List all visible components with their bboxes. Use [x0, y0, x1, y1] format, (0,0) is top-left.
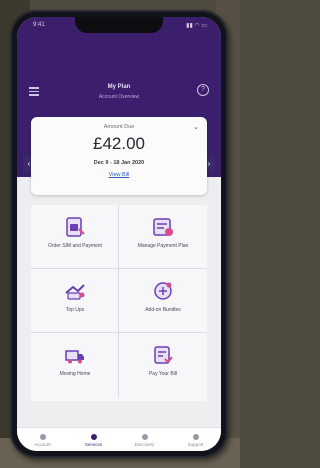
tile-top-ups[interactable]: Top Ups [31, 269, 119, 333]
billing-period: Dec 9 - 18 Jan 2020 [93, 160, 145, 166]
tile-label: Order SIM and Payment [48, 243, 102, 249]
bottom-tab-bar: Account Services Discovery Support [17, 427, 221, 451]
status-icons: ▮▮ ◠ ▭ [186, 23, 207, 29]
sim-card-icon [66, 217, 85, 237]
tile-label: Manage Payment Plan [137, 243, 189, 249]
view-bill-link[interactable]: View Bill [31, 172, 207, 178]
tab-services[interactable]: Services [68, 434, 119, 447]
phone-notch [75, 17, 163, 33]
service-grid: Order SIM and Payment Manage Payment Pla… [31, 205, 207, 401]
moving-home-icon [65, 350, 84, 364]
pay-bill-icon [154, 346, 173, 364]
tile-pay-bill[interactable]: Pay Your Bill [119, 333, 207, 397]
tile-manage-payment[interactable]: Manage Payment Plan [119, 205, 207, 269]
tab-label: Services [84, 442, 103, 447]
tile-label: Moving Home [59, 371, 91, 377]
discovery-icon [141, 434, 148, 440]
amount-due-label: Amount Due [103, 124, 135, 130]
bundles-icon [154, 282, 172, 300]
page-title: My Plan [107, 84, 131, 90]
page-subtitle: Account Overview [98, 94, 140, 100]
tile-order-sim[interactable]: Order SIM and Payment [31, 205, 119, 269]
phone-frame: 9:41 ▮▮ ◠ ▭ My Plan Account Overview ? ‹… [10, 10, 228, 458]
bill-card: ⌄ Amount Due £42.00 Dec 9 - 18 Jan 2020 … [31, 117, 207, 195]
tab-label: Account [34, 442, 51, 447]
account-icon [39, 434, 46, 440]
tab-account[interactable]: Account [17, 434, 68, 447]
services-icon [90, 434, 97, 440]
tile-moving-home[interactable]: Moving Home [31, 333, 119, 397]
tile-label: Pay Your Bill [148, 371, 178, 377]
support-icon [192, 434, 199, 440]
tab-label: Discovery [134, 442, 155, 447]
tab-discovery[interactable]: Discovery [119, 434, 170, 447]
tile-label: Add-on Bundles [145, 307, 181, 313]
top-up-icon [65, 284, 85, 300]
tile-add-on-bundles[interactable]: Add-on Bundles [119, 269, 207, 333]
help-icon[interactable]: ? [197, 84, 209, 96]
phone-screen: 9:41 ▮▮ ◠ ▭ My Plan Account Overview ? ‹… [17, 17, 221, 451]
amount-due-value: £42.00 [93, 134, 145, 153]
payment-plan-icon [153, 218, 173, 236]
tile-label: Top Ups [65, 307, 85, 313]
tab-support[interactable]: Support [170, 434, 221, 447]
status-time: 9:41 [33, 22, 45, 28]
tab-label: Support [187, 442, 204, 447]
